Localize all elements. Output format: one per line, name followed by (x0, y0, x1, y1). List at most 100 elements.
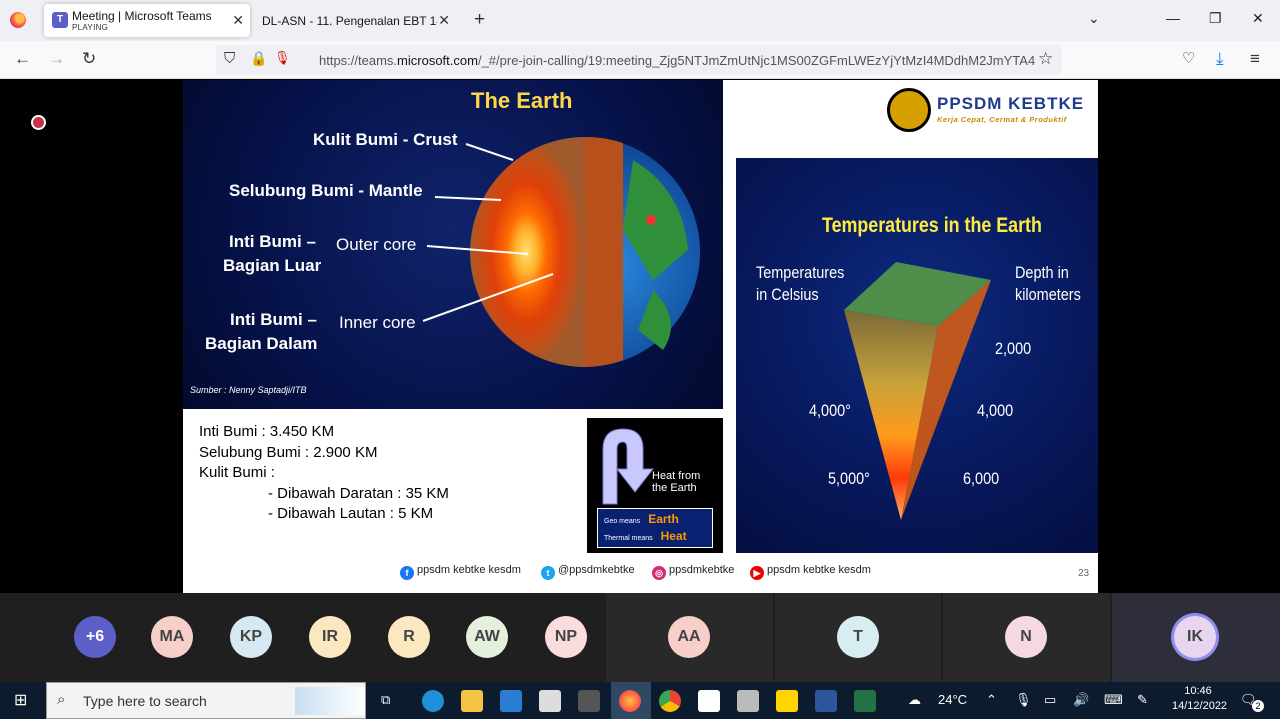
taskbar-search-box[interactable]: ⌕ Type here to search (46, 682, 366, 719)
tab-title: DL-ASN - 11. Pengenalan EBT 14-15 (262, 14, 437, 28)
fact-line: - Dibawah Lautan : 5 KM (268, 505, 434, 522)
avatar[interactable]: AW (466, 616, 508, 658)
tab-title: Meeting | Microsoft Teams (72, 9, 212, 23)
file-explorer-icon[interactable] (461, 690, 483, 712)
chevron-up-icon[interactable]: ⌃ (986, 692, 997, 708)
avatar[interactable]: IR (309, 616, 351, 658)
close-window-icon[interactable]: ✕ (1252, 10, 1264, 27)
microphone-permission-icon[interactable]: 🎙 (274, 50, 291, 66)
depth-value: 6,000 (963, 469, 1000, 488)
cloud-weather-icon[interactable]: ☁ (908, 692, 921, 708)
url-text[interactable]: https://teams.microsoft.com/_#/pre-join-… (319, 53, 1039, 68)
teams-icon: T (52, 12, 68, 28)
depth-value: 4,000 (977, 401, 1014, 420)
firefox-taskbar-button[interactable] (611, 682, 651, 719)
chrome-icon[interactable] (659, 690, 681, 712)
forward-icon[interactable]: → (48, 49, 65, 69)
tab-dl-asn[interactable]: DL-ASN - 11. Pengenalan EBT 14-15 ✕ (256, 4, 456, 37)
fact-line: Selubung Bumi : 2.900 KM (199, 443, 378, 461)
avatar[interactable]: IK (1174, 616, 1216, 658)
microphone-icon[interactable]: 🎙 (1015, 692, 1032, 708)
earth-title: The Earth (471, 88, 573, 113)
avatar[interactable]: AA (668, 616, 710, 658)
geo-means-label: Geo means (604, 518, 641, 525)
outer-core-en-label: Outer core (336, 235, 417, 254)
slide-page-number: 23 (1078, 568, 1090, 579)
youtube-icon: ▶ (750, 566, 764, 580)
url-bar[interactable]: ⛉ 🔒 🎙 https://teams.microsoft.com/_#/pre… (216, 45, 1062, 75)
earth-word: Earth (648, 512, 679, 526)
bookmark-star-icon[interactable]: ☆ (1038, 49, 1053, 69)
instagram-icon: ◎ (652, 566, 666, 580)
back-icon[interactable]: ← (14, 49, 31, 69)
search-placeholder: Type here to search (83, 693, 207, 709)
menu-icon[interactable]: ≡ (1250, 49, 1260, 69)
excel-icon[interactable] (854, 690, 876, 712)
geothermal-definition-box: Heat from the Earth Geo means Earth Therm… (587, 418, 723, 553)
firefox-logo-icon (10, 12, 26, 28)
more-participants-button[interactable]: +6 (74, 616, 116, 658)
restore-icon[interactable]: ❐ (1209, 10, 1222, 27)
clock[interactable]: 10:46 14/12/2022 (1172, 685, 1228, 712)
pen-icon[interactable]: ✎ (1137, 692, 1148, 708)
outer-core-label-1: Inti Bumi – (229, 232, 316, 251)
notification-count-badge: 2 (1252, 700, 1264, 712)
lock-icon[interactable]: 🔒 (250, 50, 267, 67)
downloads-icon[interactable]: ⤓ (1216, 49, 1224, 69)
language-icon[interactable]: ⌨ (1104, 692, 1123, 708)
inner-core-label-1: Inti Bumi – (230, 310, 317, 329)
avatar[interactable]: T (837, 616, 879, 658)
list-all-tabs-icon[interactable]: ⌄ (1088, 10, 1100, 27)
temperature-celsius-label: Temperatures in Celsius (756, 263, 845, 304)
avatar[interactable]: R (388, 616, 430, 658)
avatar[interactable]: NP (545, 616, 587, 658)
document-icon[interactable] (698, 690, 720, 712)
edge-icon[interactable] (422, 690, 444, 712)
depth-value: 2,000 (995, 339, 1032, 358)
store-icon[interactable] (539, 690, 561, 712)
minimize-icon[interactable]: — (1166, 10, 1180, 26)
heat-from-earth-text: Heat from the Earth (652, 470, 701, 494)
close-tab-icon[interactable]: ✕ (438, 12, 450, 29)
tab-teams-meeting[interactable]: T Meeting | Microsoft Teams PLAYING ✕ (44, 4, 250, 37)
curved-arrow-icon (602, 428, 655, 505)
pocket-icon[interactable]: ♡ (1182, 49, 1195, 67)
inner-core-en-label: Inner core (339, 313, 416, 332)
avatar[interactable]: KP (230, 616, 272, 658)
sticky-notes-icon[interactable] (776, 690, 798, 712)
navigation-bar: ← → ↻ ⛉ 🔒 🎙 https://teams.microsoft.com/… (0, 41, 1280, 79)
avatar[interactable]: MA (151, 616, 193, 658)
mantle-label: Selubung Bumi - Mantle (229, 181, 423, 200)
weather-temperature[interactable]: 24°C (938, 692, 967, 707)
search-highlight-image (295, 687, 365, 715)
volume-icon[interactable]: 🔊 (1073, 692, 1089, 708)
temperature-value: 4,000° (809, 401, 851, 420)
close-tab-icon[interactable]: ✕ (232, 12, 244, 29)
inner-core-label-2: Bagian Dalam (205, 334, 318, 353)
youtube-handle: ▶ ppsdm kebtke kesdm (750, 564, 871, 580)
app-icon[interactable] (578, 690, 600, 712)
fact-line: Inti Bumi : 3.450 KM (199, 423, 335, 440)
printer-icon[interactable] (737, 690, 759, 712)
source-caption: Sumber : Nenny Saptadji/ITB (190, 385, 307, 395)
avatar[interactable]: N (1005, 616, 1047, 658)
mail-icon[interactable] (500, 690, 522, 712)
reload-icon[interactable]: ↻ (82, 49, 96, 69)
new-tab-icon[interactable]: + (474, 9, 485, 31)
fact-line: Kulit Bumi : (199, 464, 275, 481)
battery-icon[interactable]: ▭ (1044, 692, 1056, 708)
search-icon: ⌕ (57, 691, 66, 708)
instagram-handle: ◎ ppsdmkebtke (652, 564, 734, 580)
clock-time: 10:46 (1184, 685, 1212, 697)
temperature-value: 5,000° (828, 469, 870, 488)
twitter-icon: t (541, 566, 555, 580)
windows-start-icon[interactable]: ⊞ (14, 690, 27, 710)
crust-label: Kulit Bumi - Crust (313, 130, 458, 149)
task-view-icon[interactable]: ⧉ (381, 692, 390, 708)
temperature-title: Temperatures in the Earth (822, 214, 1042, 237)
outer-core-label-2: Bagian Luar (223, 256, 322, 275)
word-icon[interactable] (815, 690, 837, 712)
shield-icon[interactable]: ⛉ (224, 50, 235, 67)
clock-date: 14/12/2022 (1172, 700, 1228, 712)
firefox-icon (619, 690, 641, 712)
